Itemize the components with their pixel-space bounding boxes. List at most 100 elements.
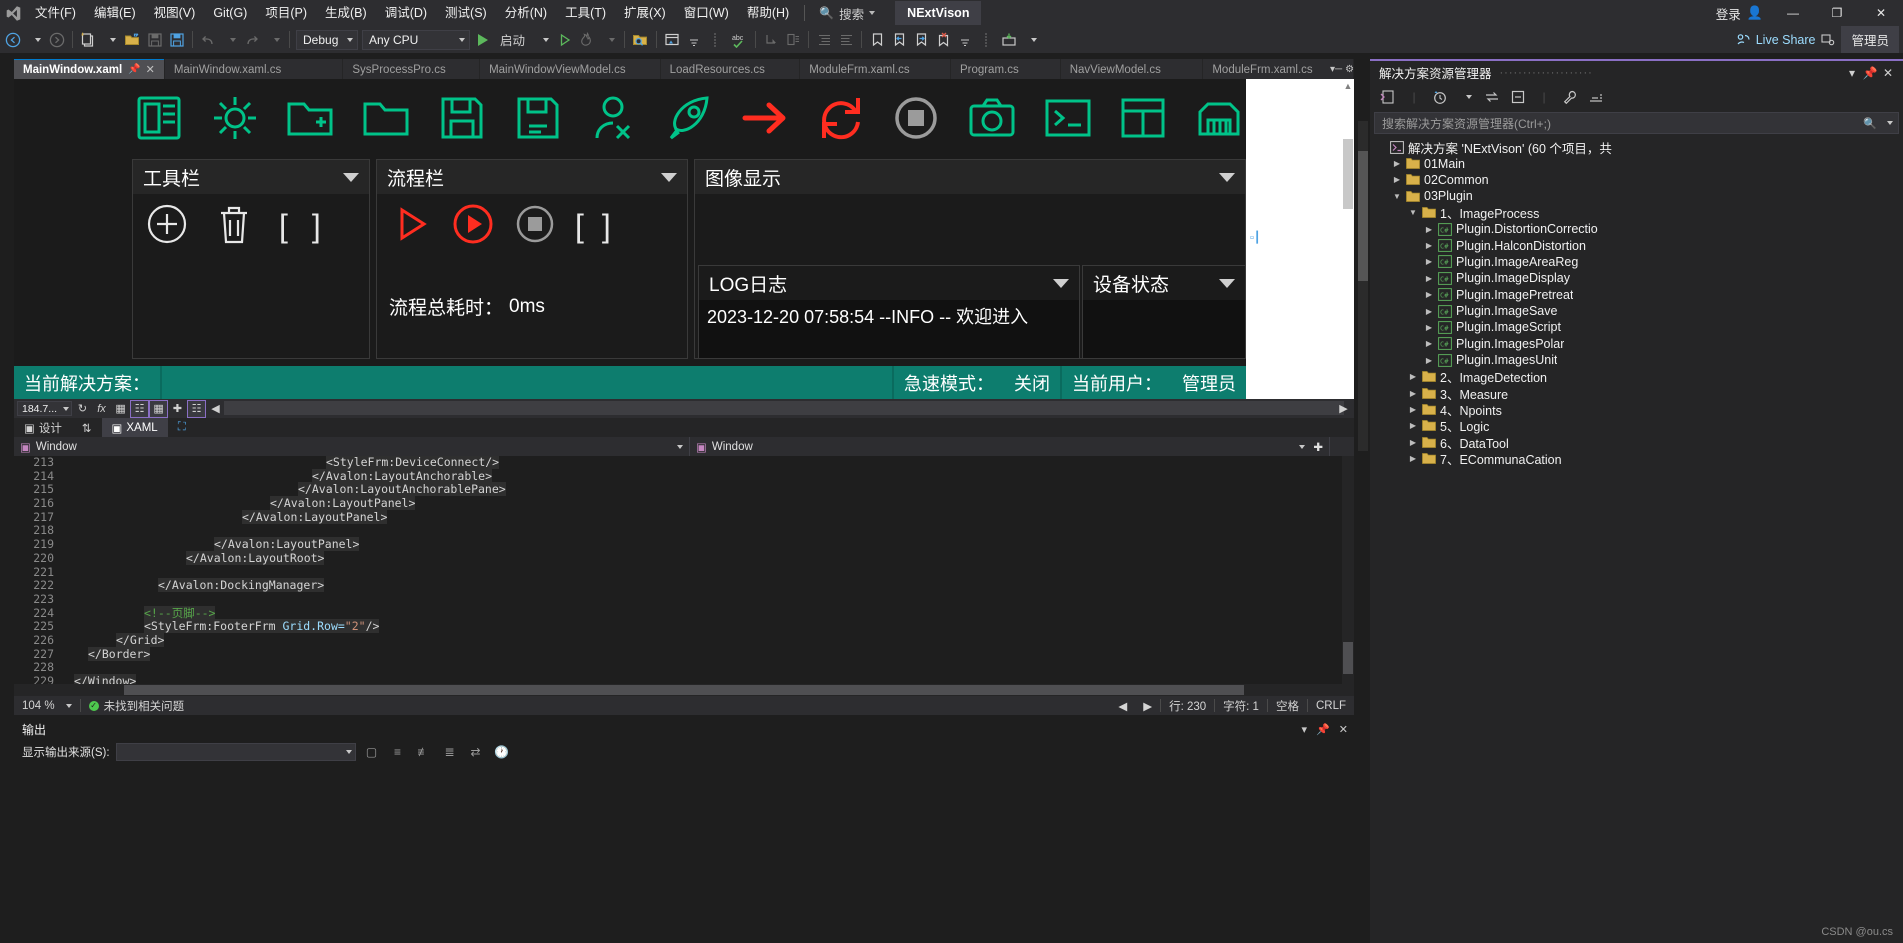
minimize-button[interactable]: —	[1771, 0, 1815, 26]
menu-item-build[interactable]: 生成(B)	[316, 1, 376, 25]
chevron-right-icon[interactable]: ▶	[1406, 438, 1420, 447]
terminal-icon[interactable]	[1041, 90, 1095, 146]
split-editor-icon[interactable]: ✚	[1313, 440, 1323, 454]
comment-block-button[interactable]	[782, 28, 804, 51]
go-to-icon[interactable]: ⇄	[466, 743, 486, 761]
tab-mainwindowviewmodel-cs[interactable]: MainWindowViewModel.cs	[480, 59, 660, 79]
code-line[interactable]: 218	[14, 524, 1354, 538]
live-share-button[interactable]: Live Share	[1736, 32, 1815, 47]
tree-item[interactable]: ▶ C# Plugin.ImageSave	[1370, 303, 1903, 319]
scrollbar-thumb[interactable]	[1343, 642, 1353, 674]
grid-icon[interactable]: ▦	[112, 401, 129, 417]
tree-item[interactable]: ▶ 3、Measure	[1370, 385, 1903, 402]
folder-add-icon[interactable]	[283, 90, 337, 146]
collapse-all-icon[interactable]	[1506, 87, 1530, 108]
tree-item[interactable]: ▶ 4、Npoints	[1370, 401, 1903, 418]
redo-button[interactable]	[241, 28, 263, 51]
tree-item[interactable]: ▶ 6、DataTool	[1370, 434, 1903, 451]
tab-list-icon[interactable]: ▾─	[1330, 64, 1342, 75]
save-icon[interactable]	[435, 90, 489, 146]
gear-icon[interactable]: ⚙	[1345, 64, 1354, 75]
code-line[interactable]: 221	[14, 565, 1354, 580]
new-project-button[interactable]	[77, 28, 99, 51]
platform-combo[interactable]: Any CPU	[362, 29, 470, 50]
code-line[interactable]: 217 </Avalon:LayoutPanel>	[14, 509, 1354, 525]
code-line[interactable]: 215 </Avalon:LayoutAnchorablePane>	[14, 482, 1354, 497]
code-line[interactable]: 227 </Border>	[14, 646, 1354, 662]
menu-item-analyze[interactable]: 分析(N)	[496, 1, 556, 25]
toggle-artboard-icon[interactable]: ☷	[187, 399, 207, 418]
properties-icon[interactable]	[1558, 87, 1582, 108]
switch-views-icon[interactable]	[1376, 87, 1400, 108]
share-icon[interactable]	[1817, 28, 1839, 51]
add-to-source-control-button[interactable]	[998, 28, 1020, 51]
clear-bookmarks-button[interactable]	[932, 28, 954, 51]
device-panel-header[interactable]: 设备状态	[1083, 266, 1245, 300]
tab-modulefrm-xaml-cs[interactable]: ModuleFrm.xaml.cs	[800, 59, 950, 79]
chevron-right-icon[interactable]: ▶	[1422, 356, 1436, 365]
hot-reload-button[interactable]	[576, 28, 598, 51]
next-bookmark-button[interactable]	[910, 28, 932, 51]
stop-icon[interactable]	[513, 202, 557, 251]
refresh-icon[interactable]	[814, 90, 868, 146]
designer-zoom-combo[interactable]: 184.7...	[17, 401, 73, 416]
chevron-right-icon[interactable]: ▶	[1390, 159, 1404, 168]
navigate-forward-button[interactable]	[46, 28, 68, 51]
output-source-combo[interactable]	[115, 743, 356, 761]
trash-icon[interactable]	[213, 202, 255, 251]
tree-item[interactable]: ▶ C# Plugin.ImagePretreat	[1370, 287, 1903, 303]
snap-to-grid-icon[interactable]: ☷	[130, 399, 150, 418]
menu-item-git[interactable]: Git(G)	[204, 1, 256, 25]
chevron-down-icon[interactable]	[1219, 278, 1235, 288]
chevron-right-icon[interactable]: ▶	[1390, 175, 1404, 184]
bracket-right-icon[interactable]: ]	[312, 208, 321, 245]
chevron-right-icon[interactable]: ▶	[1406, 421, 1420, 430]
gear-icon[interactable]	[208, 90, 262, 146]
folder-open-icon[interactable]	[359, 90, 413, 146]
resize-handle[interactable]: ▫┃	[1250, 231, 1261, 244]
tree-item[interactable]: ▶ C# Plugin.ImageAreaReg	[1370, 254, 1903, 270]
chevron-down-icon[interactable]	[343, 172, 359, 182]
designer-scroll-left-icon[interactable]: ◀	[207, 401, 224, 417]
code-line[interactable]: 225 <StyleFrm:FooterFrm Grid.Row="2"/>	[14, 619, 1354, 634]
tree-item[interactable]: ▶ C# Plugin.ImagesUnit	[1370, 352, 1903, 368]
chevron-down-icon[interactable]	[661, 172, 677, 182]
solution-tree-scrollbar[interactable]	[1358, 121, 1368, 451]
problems-indicator[interactable]: ✓ 未找到相关问题	[81, 696, 193, 715]
search-icon[interactable]: 🔍	[1863, 117, 1877, 130]
designer-scroll-right-icon[interactable]: ▶	[1335, 401, 1352, 417]
tab-design[interactable]: ▣ 设计	[14, 418, 72, 437]
tab-xaml[interactable]: ▣ XAML	[101, 418, 168, 437]
start-without-debug-button[interactable]	[554, 28, 576, 51]
solution-explorer-button[interactable]	[661, 28, 683, 51]
menu-item-edit[interactable]: 编辑(E)	[85, 1, 145, 25]
undo-button[interactable]	[197, 28, 219, 51]
undo-dropdown[interactable]	[219, 28, 241, 51]
navigate-back-dropdown[interactable]	[24, 28, 46, 51]
global-search-box[interactable]: 🔍 搜索	[811, 1, 883, 26]
menu-item-help[interactable]: 帮助(H)	[738, 1, 798, 25]
tree-item[interactable]: ▶ 7、ECommunaCation	[1370, 450, 1903, 467]
menu-item-extensions[interactable]: 扩展(X)	[615, 1, 675, 25]
tab-mainwindow-xaml[interactable]: MainWindow.xaml 📌 ✕	[14, 59, 164, 79]
snap-to-gridlines-icon[interactable]: ✚	[169, 401, 186, 417]
code-line[interactable]: 220 </Avalon:LayoutRoot>	[14, 550, 1354, 566]
tree-item[interactable]: ▶ 01Main	[1370, 155, 1903, 171]
open-file-button[interactable]	[121, 28, 144, 51]
effects-icon[interactable]: fx	[93, 401, 110, 417]
sign-in-label[interactable]: 登录	[1712, 4, 1745, 23]
account-add-icon[interactable]: 👤	[1745, 5, 1771, 21]
scrollbar-thumb[interactable]	[1358, 151, 1368, 281]
chevron-right-icon[interactable]: ▶	[1406, 405, 1420, 414]
start-debug-label[interactable]: 启动	[494, 28, 532, 51]
code-line[interactable]: 219 </Avalon:LayoutPanel>	[14, 537, 1354, 552]
log-panel-header[interactable]: LOG日志	[699, 266, 1079, 300]
chevron-down-icon[interactable]: ▼	[1406, 208, 1420, 217]
source-control-dropdown[interactable]	[1020, 28, 1042, 51]
code-line[interactable]: 216 </Avalon:LayoutPanel>	[14, 496, 1354, 511]
panel-icon[interactable]	[1117, 90, 1171, 146]
more-windows-dropdown[interactable]	[683, 28, 705, 51]
designer-horizontal-scrollbar[interactable]	[224, 401, 1344, 415]
spell-check-button[interactable]: abc	[727, 28, 751, 51]
chevron-right-icon[interactable]: ▶	[1422, 274, 1436, 283]
